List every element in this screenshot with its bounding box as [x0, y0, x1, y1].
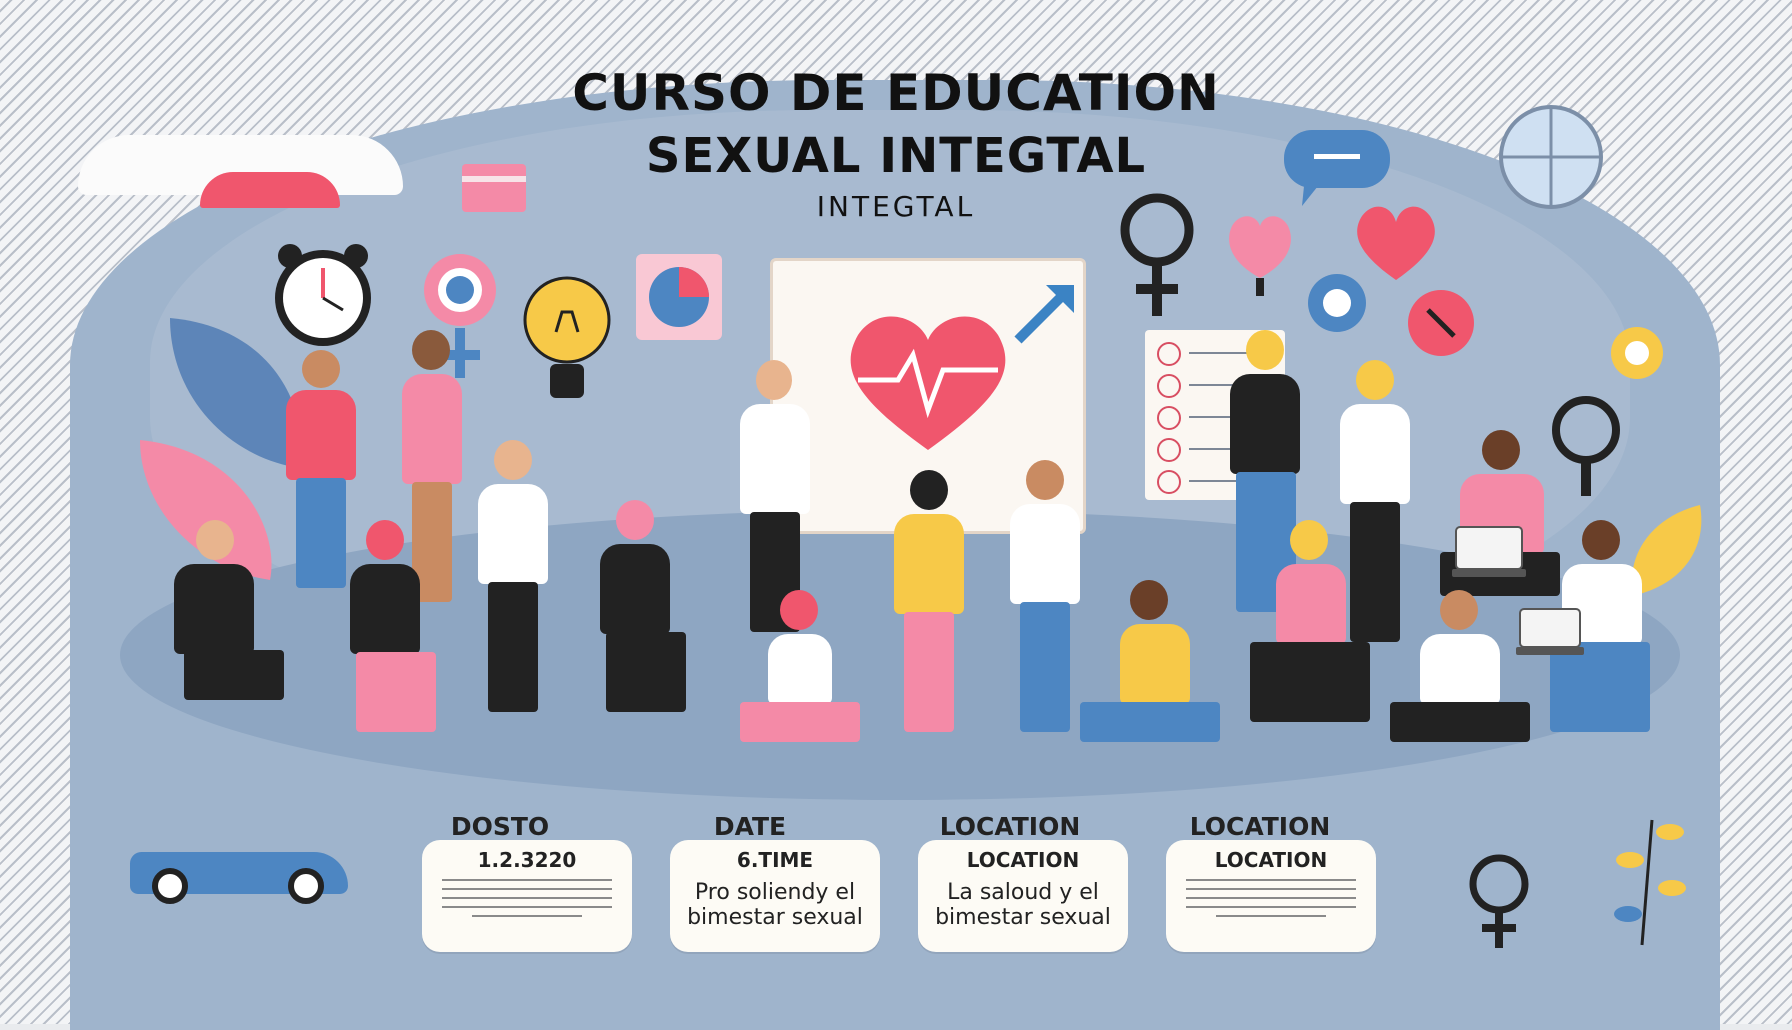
info-card-2: 6.TIME Pro soliendy el bimestar sexual	[670, 840, 880, 952]
info-label-2: DATE	[713, 812, 787, 841]
info-card-3: LOCATION La saloud y el bimestar sexual	[918, 840, 1128, 952]
student-figure	[1250, 520, 1370, 740]
car-wheel	[152, 868, 188, 904]
globe-icon	[1499, 105, 1603, 209]
plant-icon	[1614, 819, 1686, 946]
student-figure	[1080, 580, 1220, 760]
info-card-3-line3: bimestar sexual	[935, 905, 1111, 930]
info-card-3-line1: LOCATION	[966, 848, 1080, 872]
info-card-2-line3: bimestar sexual	[687, 905, 863, 930]
student-figure	[340, 520, 450, 740]
circle-badge-icon	[1308, 274, 1366, 332]
info-label-3: LOCATION	[939, 812, 1081, 841]
info-card-3-line2: La saloud y el	[947, 880, 1099, 905]
laptop-icon	[1452, 526, 1526, 577]
gender-symbol-icon	[1120, 193, 1194, 316]
venus-symbol-icon	[1469, 854, 1529, 948]
student-figure	[740, 590, 860, 760]
car-wheel	[288, 868, 324, 904]
pie-chart-icon	[636, 254, 722, 340]
apple-icon	[1229, 216, 1291, 296]
student-figure	[590, 500, 700, 730]
info-card-2-line2: Pro soliendy el	[694, 880, 856, 905]
student-figure	[1390, 590, 1530, 760]
info-card-1: 1.2.3220	[422, 840, 632, 952]
student-figure	[1000, 460, 1090, 740]
info-label-1: DOSTO	[450, 812, 550, 841]
speech-bubble-icon	[1284, 130, 1390, 206]
info-label-4: LOCATION	[1189, 812, 1331, 841]
heart-x-icon	[1408, 290, 1474, 356]
info-card-4-line1: LOCATION	[1214, 848, 1328, 872]
book-icon	[462, 164, 526, 212]
laptop-icon	[1516, 608, 1584, 655]
student-figure	[164, 520, 294, 730]
male-arrow-icon	[1014, 285, 1074, 344]
student-figure	[884, 470, 974, 740]
lightbulb-icon	[523, 276, 611, 398]
gear-icon	[1611, 327, 1663, 379]
info-card-4: LOCATION	[1166, 840, 1376, 952]
info-card-1-line1: 1.2.3220	[477, 848, 577, 872]
student-figure	[468, 440, 558, 720]
info-card-2-line1: 6.TIME	[736, 848, 814, 872]
heart-pulse-icon	[850, 316, 1006, 450]
